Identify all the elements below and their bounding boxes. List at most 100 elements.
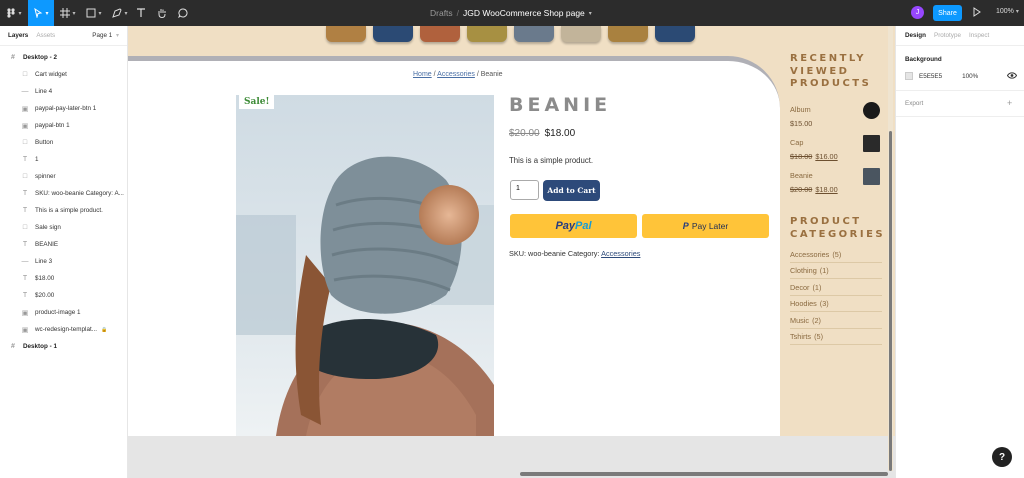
layer-item[interactable]: T SKU: woo-beanie Category: A... bbox=[0, 185, 128, 202]
add-to-cart-button[interactable]: Add to Cart bbox=[543, 180, 600, 201]
recent-product-price: $18.00 $16.00 bbox=[790, 152, 880, 161]
background-hex[interactable]: E5E5E5 bbox=[919, 73, 942, 80]
category-item[interactable]: Music (2) bbox=[790, 313, 882, 329]
recent-product-price: $15.00 bbox=[790, 119, 880, 128]
background-opacity[interactable]: 100% bbox=[962, 73, 978, 80]
sale-badge: Sale! bbox=[239, 95, 275, 109]
category-name[interactable]: Music bbox=[790, 316, 809, 325]
category-item[interactable]: Tshirts (5) bbox=[790, 329, 882, 345]
category-item[interactable]: Accessories (5) bbox=[790, 247, 882, 263]
file-breadcrumb: Drafts / JGD WooCommerce Shop page ▾ bbox=[430, 0, 592, 26]
drafts-link[interactable]: Drafts bbox=[430, 8, 453, 18]
category-item[interactable]: Decor (1) bbox=[790, 280, 882, 296]
color-swatch bbox=[561, 26, 601, 42]
avatar[interactable]: J bbox=[911, 6, 924, 19]
hand-tool-button[interactable] bbox=[154, 0, 170, 26]
layer-item[interactable]: T $18.00 bbox=[0, 270, 128, 287]
background-fill-row[interactable]: E5E5E5 100% bbox=[905, 72, 1020, 80]
pay-later-button[interactable]: P Pay Later bbox=[642, 214, 769, 238]
layer-item[interactable]: ▣ wc-redesign-templat... 🔒 bbox=[0, 321, 128, 338]
layer-item[interactable]: ▣ paypal-pay-later-btn 1 bbox=[0, 100, 128, 117]
breadcrumb-home[interactable]: Home bbox=[413, 71, 432, 78]
layer-item[interactable]: ▣ paypal-btn 1 bbox=[0, 117, 128, 134]
tab-inspect[interactable]: Inspect bbox=[969, 32, 989, 39]
pen-icon bbox=[112, 8, 123, 18]
category-count: (2) bbox=[812, 315, 821, 325]
layer-label: BEANIE bbox=[35, 241, 59, 248]
recent-product-thumbnail[interactable] bbox=[863, 168, 880, 185]
layer-item[interactable]: # Desktop - 1 bbox=[0, 338, 128, 355]
image-icon: ▣ bbox=[21, 122, 29, 130]
layer-item[interactable]: T $20.00 bbox=[0, 287, 128, 304]
category-name[interactable]: Decor bbox=[790, 283, 809, 292]
layer-item[interactable]: — Line 4 bbox=[0, 83, 128, 100]
color-swatch bbox=[655, 26, 695, 42]
canvas[interactable]: Home / Accessories / Beanie Sale! BEANIE… bbox=[128, 26, 895, 478]
group-icon: □ bbox=[22, 173, 28, 180]
category-item[interactable]: Hoodies (3) bbox=[790, 296, 882, 313]
page-name: Page 1 bbox=[92, 32, 113, 39]
help-button[interactable]: ? bbox=[992, 447, 1012, 467]
move-tool-button[interactable]: ▾ bbox=[28, 0, 54, 26]
frame-tool-button[interactable]: ▾ bbox=[56, 0, 80, 26]
text-icon bbox=[137, 8, 145, 17]
category-name[interactable]: Clothing bbox=[790, 266, 817, 275]
frame-icon: # bbox=[11, 54, 15, 61]
tab-prototype[interactable]: Prototype bbox=[934, 32, 961, 39]
category-item[interactable]: Clothing (1) bbox=[790, 263, 882, 280]
recent-product-old-price: $20.00 bbox=[790, 185, 813, 194]
layer-item[interactable]: # Desktop - 2 bbox=[0, 49, 128, 66]
paypal-icon: P bbox=[682, 221, 689, 231]
divider bbox=[896, 90, 1024, 91]
line-icon: — bbox=[21, 88, 29, 95]
shape-tool-button[interactable]: ▾ bbox=[82, 0, 106, 26]
image-icon: ▣ bbox=[21, 105, 29, 113]
zoom-dropdown[interactable]: 100% ▾ bbox=[996, 8, 1019, 15]
category-name[interactable]: Hoodies bbox=[790, 299, 817, 308]
file-name[interactable]: JGD WooCommerce Shop page bbox=[463, 8, 585, 18]
recent-product-thumbnail[interactable] bbox=[863, 135, 880, 152]
layer-item[interactable]: T BEANIE bbox=[0, 236, 128, 253]
comment-tool-button[interactable] bbox=[175, 0, 191, 26]
layer-item[interactable]: □ spinner bbox=[0, 168, 128, 185]
tab-layers[interactable]: Layers bbox=[8, 32, 28, 39]
group-icon: □ bbox=[22, 71, 28, 78]
layer-label: 1 bbox=[35, 156, 39, 163]
layer-item[interactable]: T This is a simple product. bbox=[0, 202, 128, 219]
present-button[interactable] bbox=[973, 7, 981, 19]
text-icon: T bbox=[22, 190, 28, 197]
share-button[interactable]: Share bbox=[933, 5, 962, 21]
vertical-scrollbar[interactable] bbox=[889, 131, 892, 471]
quantity-input[interactable]: 1 bbox=[510, 180, 539, 200]
product-title: BEANIE bbox=[509, 94, 612, 116]
pen-tool-button[interactable]: ▾ bbox=[108, 0, 132, 26]
category-link[interactable]: Accessories bbox=[601, 249, 640, 258]
chevron-down-icon[interactable]: ▾ bbox=[589, 10, 592, 17]
page-selector[interactable]: Page 1 ▾ bbox=[92, 32, 119, 39]
breadcrumb-category[interactable]: Accessories bbox=[437, 71, 475, 78]
layer-item[interactable]: ▣ product-image 1 bbox=[0, 304, 128, 321]
tab-assets[interactable]: Assets bbox=[36, 32, 55, 39]
layer-item[interactable]: □ Button bbox=[0, 134, 128, 151]
layer-item[interactable]: — Line 3 bbox=[0, 253, 128, 270]
layer-item[interactable]: □ Sale sign bbox=[0, 219, 128, 236]
paypal-logo-part2: Pal bbox=[575, 220, 592, 232]
category-name[interactable]: Tshirts bbox=[790, 332, 811, 341]
recent-product-thumbnail[interactable] bbox=[863, 102, 880, 119]
layer-item[interactable]: T1 bbox=[0, 151, 128, 168]
horizontal-scrollbar[interactable] bbox=[520, 472, 888, 476]
paypal-button[interactable]: Pay Pal bbox=[510, 214, 637, 238]
category-count: (5) bbox=[832, 250, 842, 259]
layer-label: SKU: woo-beanie Category: A... bbox=[35, 190, 124, 197]
add-export-icon[interactable]: + bbox=[1007, 98, 1012, 108]
breadcrumb: Home / Accessories / Beanie bbox=[413, 71, 503, 78]
text-tool-button[interactable] bbox=[133, 0, 149, 26]
background-color-swatch[interactable] bbox=[905, 72, 913, 80]
lock-icon[interactable]: 🔒 bbox=[101, 327, 107, 333]
visibility-toggle[interactable] bbox=[1006, 72, 1018, 81]
layer-item[interactable]: □ Cart widget bbox=[0, 66, 128, 83]
main-menu-button[interactable]: ▾ bbox=[2, 0, 26, 26]
tab-design[interactable]: Design bbox=[905, 32, 926, 39]
category-name[interactable]: Accessories bbox=[790, 250, 829, 259]
text-icon: T bbox=[22, 241, 28, 248]
